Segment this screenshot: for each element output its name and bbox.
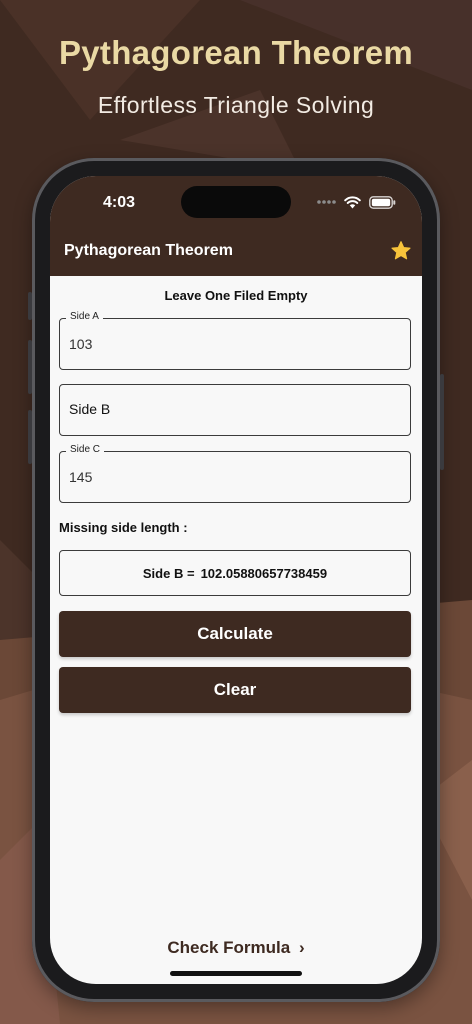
check-formula-label: Check Formula	[167, 938, 291, 957]
status-time: 4:03	[103, 194, 136, 211]
clear-button[interactable]: Clear	[59, 667, 411, 713]
promo-subtitle: Effortless Triangle Solving	[97, 92, 375, 118]
side-b-field[interactable]: Side B	[59, 384, 411, 436]
side-b-placeholder: Side B	[69, 401, 111, 417]
phone-power-button	[440, 374, 444, 470]
star-icon[interactable]	[390, 240, 412, 262]
app-bar: 4:03 Pythagorean Theorem	[50, 176, 422, 276]
app-screen: 4:03 Pythagorean Theorem Leave One Filed…	[50, 176, 422, 984]
phone-action-button	[28, 292, 32, 320]
chevron-right-icon: ›	[298, 938, 305, 957]
wifi-icon	[344, 195, 361, 208]
result-box: Side B = 102.05880657738459	[59, 550, 411, 596]
side-a-label: Side A	[66, 311, 103, 322]
cellular-dots-icon	[317, 200, 336, 204]
home-indicator	[170, 971, 302, 976]
app-bar-title: Pythagorean Theorem	[64, 242, 233, 259]
side-c-label: Side C	[66, 444, 105, 455]
side-a-field[interactable]: Side A 103	[59, 311, 411, 370]
result-side-name: Side B =	[142, 565, 195, 581]
side-c-value: 145	[69, 469, 93, 485]
form-instruction: Leave One Filed Empty	[164, 288, 308, 303]
phone-volume-up-button	[28, 340, 32, 394]
phone-volume-down-button	[28, 410, 32, 464]
status-icons	[316, 194, 396, 210]
dynamic-island	[181, 186, 291, 218]
side-a-value: 103	[69, 336, 93, 352]
battery-icon	[369, 195, 396, 209]
side-c-field[interactable]: Side C 145	[59, 444, 411, 503]
missing-side-label: Missing side length :	[59, 520, 188, 535]
check-formula-link[interactable]: Check Formula ›	[50, 938, 422, 958]
calculate-button[interactable]: Calculate	[59, 611, 411, 657]
promo-title: Pythagorean Theorem	[58, 34, 414, 71]
result-value: 102.05880657738459	[200, 565, 328, 581]
